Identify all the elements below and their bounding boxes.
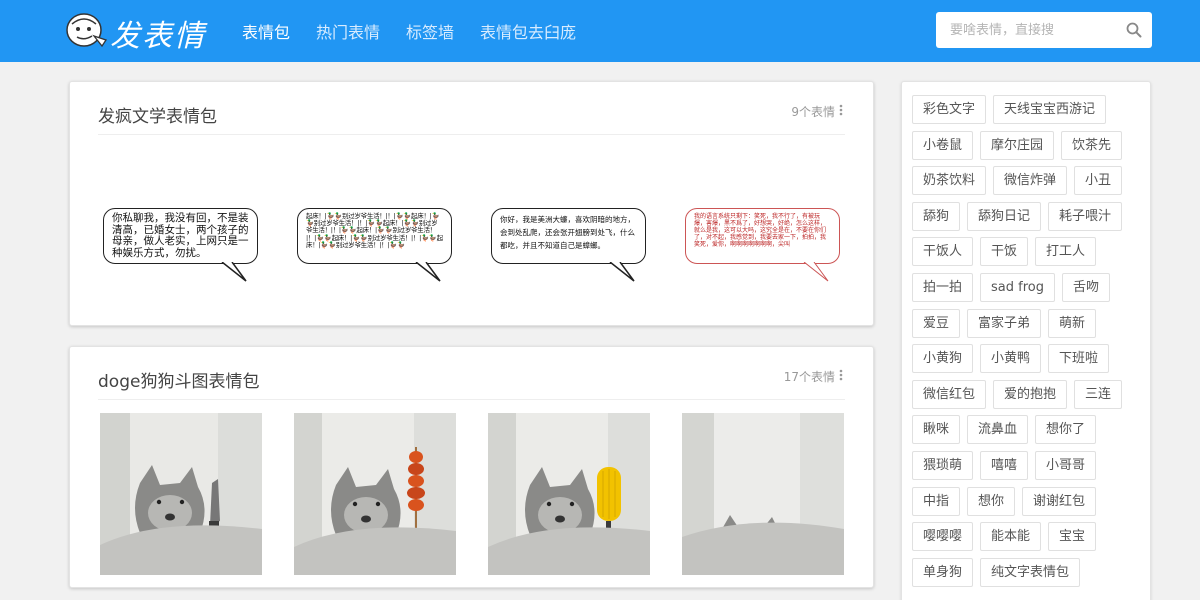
bubble-tail-icon xyxy=(609,262,635,282)
tag-item[interactable]: 小黄鸭 xyxy=(980,344,1042,374)
bubble-tail-icon xyxy=(221,262,247,282)
search-box xyxy=(936,12,1152,48)
nav-item-watermark-remover[interactable]: 表情包去臼庞 xyxy=(480,19,576,43)
tag-item[interactable]: 小黄狗 xyxy=(912,344,974,374)
tag-item[interactable]: 干饭人 xyxy=(912,237,974,267)
nav-item-emoticons[interactable]: 表情包 xyxy=(242,19,290,43)
tag-item[interactable]: 想你 xyxy=(967,486,1016,516)
tag-item[interactable]: 干饭 xyxy=(980,237,1029,267)
doge-corn-icon xyxy=(488,413,650,575)
emoticon-thumb[interactable] xyxy=(294,413,456,575)
doge-knife-icon xyxy=(100,413,262,575)
tag-item[interactable]: 爱的抱抱 xyxy=(993,379,1068,409)
tag-item[interactable]: 微信红包 xyxy=(912,379,987,409)
site-logo[interactable]: 发表情 xyxy=(64,8,214,54)
tag-item[interactable]: 猥琐萌 xyxy=(912,450,974,480)
tag-item[interactable]: 小丑 xyxy=(1074,166,1123,196)
emoticon-thumb[interactable]: 起床！|🦆🦆别过岁爷生活！|！|🦆🦆起床！|🦆🦆别过岁爷生活！|！|🦆🦆起床！|… xyxy=(294,206,456,282)
pack-count: 17个表情 xyxy=(783,370,835,384)
bubble-text: 我的语言系统只剩下：笑死，我不行了，有被玩爆，害爆，黑不爲了，好想哭，好绝，怎么… xyxy=(694,213,827,248)
speech-bubble: 我的语言系统只剩下：笑死，我不行了，有被玩爆，害爆，黑不爲了，好想哭，好绝，怎么… xyxy=(685,208,840,264)
bubble-tail-icon xyxy=(415,262,441,282)
tag-item[interactable]: 能本能 xyxy=(980,522,1042,552)
tag-item[interactable]: 天线宝宝西游记 xyxy=(993,95,1107,124)
tag-item[interactable]: 舌吻 xyxy=(1061,272,1110,302)
tag-list: 彩色文字 天线宝宝西游记 小卷鼠 摩尔庄园 饮茶先奶茶饮料 微信炸弹 小丑舔狗 舔狗日记 耗子喂… xyxy=(912,95,1144,593)
speech-bubble: 你好，我是美洲大蠊，喜欢阴暗的地方，会到处乱爬，还会张开翅膀到处飞，什么都吃，并… xyxy=(491,208,646,264)
bubble-text: 你好，我是美洲大蠊，喜欢阴暗的地方，会到处乱爬，还会张开翅膀到处飞，什么都吃，并… xyxy=(500,215,635,250)
tag-item[interactable]: 摩尔庄园 xyxy=(980,130,1055,160)
tag-item[interactable]: 中指 xyxy=(912,486,961,516)
pack-title[interactable]: doge狗狗斗图表情包 xyxy=(98,367,259,392)
tag-item[interactable]: 彩色文字 xyxy=(912,95,987,124)
tag-item[interactable]: 嘻嘻 xyxy=(980,450,1029,480)
speech-bubble: 起床！|🦆🦆别过岁爷生活！|！|🦆🦆起床！|🦆🦆别过岁爷生活！|！|🦆🦆起床！|… xyxy=(297,208,452,264)
tag-item[interactable]: 舔狗日记 xyxy=(967,201,1042,231)
tag-item[interactable]: 三连 xyxy=(1074,379,1123,409)
tag-item[interactable]: 想你了 xyxy=(1035,415,1097,445)
logo-text: 发表情 xyxy=(110,19,206,54)
emoticon-thumb[interactable] xyxy=(682,413,844,575)
tag-item[interactable]: 拍一拍 xyxy=(912,272,974,302)
tag-item[interactable]: sad frog xyxy=(980,272,1055,302)
search-icon[interactable] xyxy=(1126,22,1142,38)
bubble-text: 起床！|🦆🦆别过岁爷生活！|！|🦆🦆起床！|🦆🦆别过岁爷生活！|！|🦆🦆起床！|… xyxy=(306,212,443,249)
tag-item[interactable]: 饮茶先 xyxy=(1061,130,1123,160)
doge-hiding-icon xyxy=(682,413,844,575)
more-icon[interactable] xyxy=(839,104,843,116)
tag-item[interactable]: 单身狗 xyxy=(912,557,974,587)
tag-item[interactable]: 舔狗 xyxy=(912,201,961,231)
top-navbar: 发表情 表情包 热门表情 标签墙 表情包去臼庞 xyxy=(0,0,1200,62)
emoticon-pack-card: doge狗狗斗图表情包 17个表情 xyxy=(69,346,874,588)
tag-item[interactable]: 爱豆 xyxy=(912,308,961,338)
main-nav: 表情包 热门表情 标签墙 表情包去臼庞 xyxy=(242,0,602,62)
pack-title[interactable]: 发疯文学表情包 xyxy=(98,102,217,127)
bubble-text: 你私聊我，我没有回，不是装清高，已婚女士，两个孩子的母亲，做人老实，上网只是一种… xyxy=(112,212,249,259)
tag-item[interactable]: 谢谢红包 xyxy=(1022,486,1097,516)
tag-item[interactable]: 纯文字表情包 xyxy=(980,557,1081,587)
divider xyxy=(98,399,845,400)
logo-face-icon xyxy=(66,13,108,48)
search-input[interactable] xyxy=(936,12,1122,48)
emoticon-thumb[interactable] xyxy=(488,413,650,575)
doge-skewer-icon xyxy=(294,413,456,575)
emoticon-pack-card: 发疯文学表情包 9个表情 你私聊我，我没有回，不是装清高，已婚女士，两个孩子的母… xyxy=(69,81,874,326)
more-icon[interactable] xyxy=(839,369,843,381)
tag-item[interactable]: 奶茶饮料 xyxy=(912,166,987,196)
tag-item[interactable]: 小哥哥 xyxy=(1035,450,1097,480)
tag-item[interactable]: 瞅咪 xyxy=(912,415,961,445)
tag-item[interactable]: 富家子弟 xyxy=(967,308,1042,338)
emoticon-thumb[interactable]: 你好，我是美洲大蠊，喜欢阴暗的地方，会到处乱爬，还会张开翅膀到处飞，什么都吃，并… xyxy=(488,206,650,282)
tag-item[interactable]: 嘤嘤嘤 xyxy=(912,522,974,552)
tag-item[interactable]: 下班啦 xyxy=(1048,344,1110,374)
emoticon-thumb[interactable]: 我的语言系统只剩下：笑死，我不行了，有被玩爆，害爆，黑不爲了，好想哭，好绝，怎么… xyxy=(682,206,844,282)
tag-item[interactable]: 宝宝 xyxy=(1048,522,1097,552)
nav-item-tag-wall[interactable]: 标签墙 xyxy=(406,19,454,43)
bubble-tail-icon xyxy=(803,262,829,282)
emoticon-thumb[interactable]: 你私聊我，我没有回，不是装清高，已婚女士，两个孩子的母亲，做人老实，上网只是一种… xyxy=(100,206,262,282)
tag-item[interactable]: 耗子喂汁 xyxy=(1048,201,1123,231)
tag-sidebar: 彩色文字 天线宝宝西游记 小卷鼠 摩尔庄园 饮茶先奶茶饮料 微信炸弹 小丑舔狗 舔狗日记 耗子喂… xyxy=(901,81,1151,600)
pack-count: 9个表情 xyxy=(791,105,835,119)
tag-item[interactable]: 微信炸弹 xyxy=(993,166,1068,196)
emoticon-thumb[interactable] xyxy=(100,413,262,575)
tag-item[interactable]: 小卷鼠 xyxy=(912,130,974,160)
tag-item[interactable]: 打工人 xyxy=(1035,237,1097,267)
nav-item-popular[interactable]: 热门表情 xyxy=(316,19,380,43)
speech-bubble: 你私聊我，我没有回，不是装清高，已婚女士，两个孩子的母亲，做人老实，上网只是一种… xyxy=(103,208,258,264)
divider xyxy=(98,134,845,135)
tag-item[interactable]: 流鼻血 xyxy=(967,415,1029,445)
tag-item[interactable]: 萌新 xyxy=(1048,308,1097,338)
